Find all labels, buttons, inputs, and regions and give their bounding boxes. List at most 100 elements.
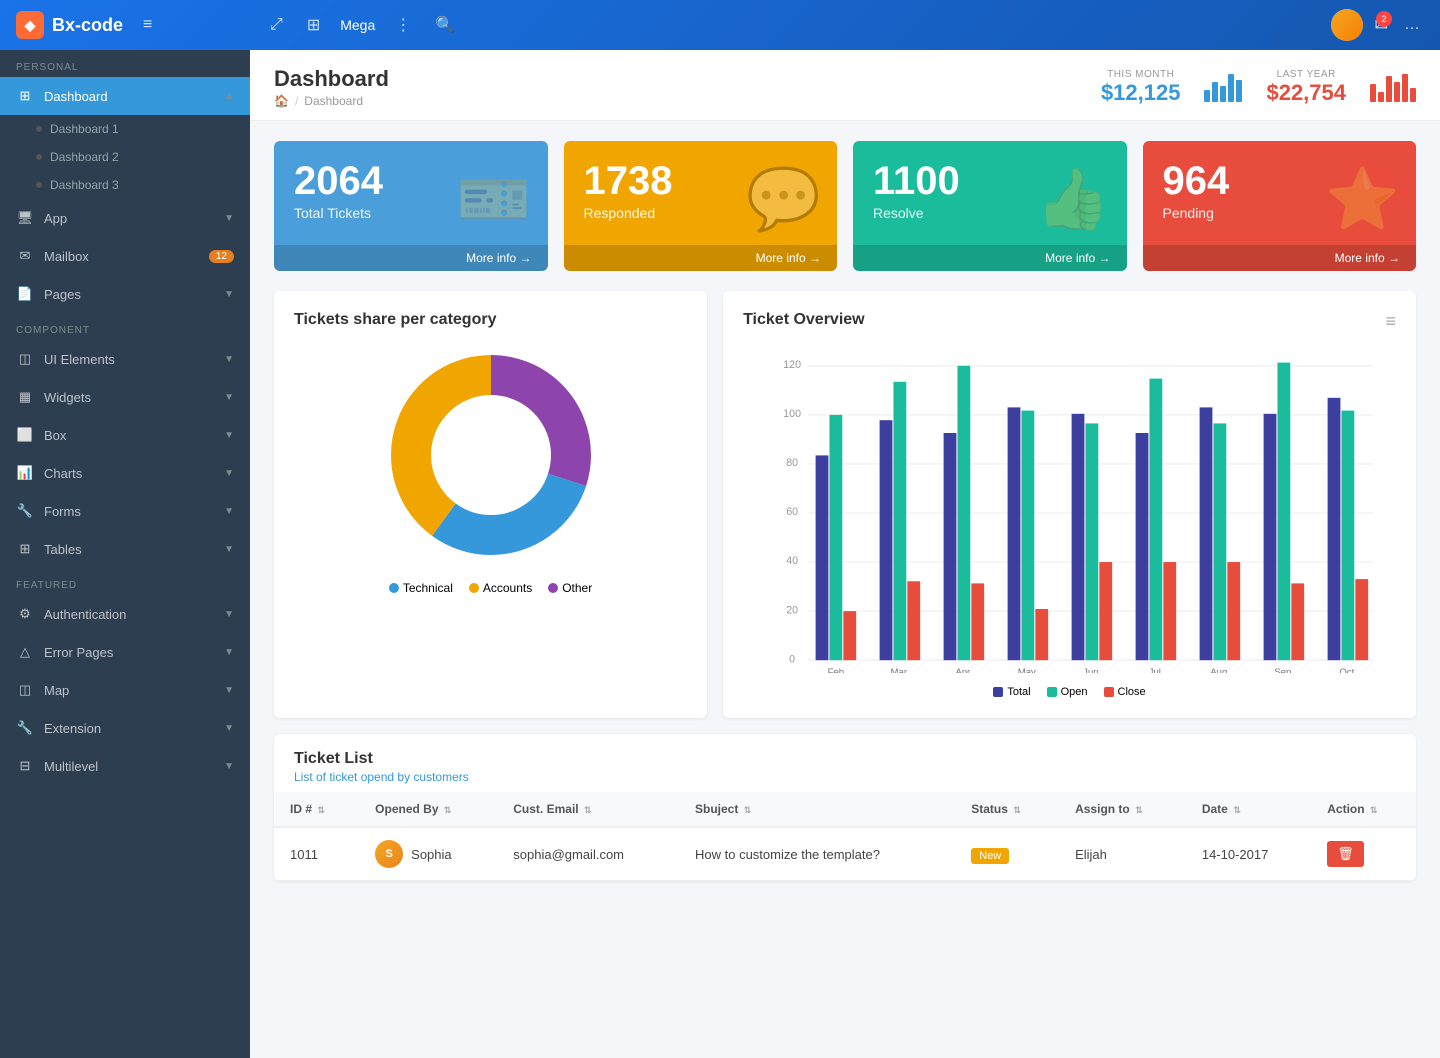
sort-icon-subject: ⇅: [744, 805, 752, 815]
bar-chart-area: 0 20 40 60 80 100 120: [743, 353, 1396, 678]
x-label-feb: Feb: [828, 667, 845, 673]
legend-dot-technical: [389, 583, 399, 593]
sidebar-item-multilevel[interactable]: ⊟ Multilevel ▼: [0, 747, 250, 785]
legend-total: Total: [993, 686, 1030, 698]
last-year-label: LAST YEAR: [1266, 69, 1346, 80]
delete-button[interactable]: 🗑: [1327, 841, 1364, 867]
bar-apr-total: [944, 433, 957, 660]
sidebar-item-extension[interactable]: 🔧 Extension ▼: [0, 709, 250, 747]
bar-oct-total: [1328, 398, 1341, 660]
stat-card-responded: 1738 Responded 💬 More info →: [564, 141, 838, 271]
sidebar-label-pages: Pages: [44, 287, 81, 302]
sidebar-item-dashboard2[interactable]: Dashboard 2: [0, 143, 250, 171]
sort-icon-id: ⇅: [317, 805, 325, 815]
chart-bar: [1212, 82, 1218, 102]
ticket-list-subtitle: List of ticket opend by customers: [294, 770, 1396, 784]
sort-icon-date: ⇅: [1233, 805, 1241, 815]
sidebar-item-box[interactable]: ⬜ Box ▼: [0, 416, 250, 454]
y-label-100: 100: [783, 408, 801, 420]
sidebar-item-pages[interactable]: 📄 Pages ▼: [0, 275, 250, 313]
sidebar-item-widgets[interactable]: ▦ Widgets ▼: [0, 378, 250, 416]
legend-accounts: Accounts: [469, 581, 532, 595]
grid-icon[interactable]: ⊞: [303, 11, 324, 39]
bar-feb-total: [816, 455, 829, 660]
stat-card-pending: 964 Pending ⭐ More info →: [1143, 141, 1417, 271]
status-badge: New: [971, 848, 1009, 864]
legend-other: Other: [548, 581, 592, 595]
map-arrow-icon: ▼: [224, 685, 234, 696]
sidebar-item-dashboard[interactable]: ⊞ Dashboard ▲: [0, 77, 250, 115]
dashboard-icon: ⊞: [16, 87, 34, 105]
legend-dot-other: [548, 583, 558, 593]
bar-sep-open: [1278, 363, 1291, 661]
user-avatar: S: [375, 840, 403, 868]
expand-icon[interactable]: ⤢: [266, 12, 287, 38]
sidebar-item-map[interactable]: ◫ Map ▼: [0, 671, 250, 709]
sidebar-item-dashboard1[interactable]: Dashboard 1: [0, 115, 250, 143]
donut-svg: [381, 345, 601, 565]
this-month-value: $12,125: [1101, 80, 1181, 106]
sidebar-label-forms: Forms: [44, 504, 81, 519]
pages-icon: 📄: [16, 285, 34, 303]
error-pages-icon: △: [16, 643, 34, 661]
error-arrow-icon: ▼: [224, 647, 234, 658]
mail-wrapper[interactable]: ✉ 2: [1375, 15, 1388, 35]
th-date: Date ⇅: [1186, 792, 1311, 827]
sidebar-item-app[interactable]: 🖥 App ▼: [0, 199, 250, 237]
bar-chart-menu-icon[interactable]: ≡: [1385, 311, 1396, 332]
pending-footer[interactable]: More info →: [1143, 245, 1417, 271]
ticket-list-card: Ticket List List of ticket opend by cust…: [274, 734, 1416, 881]
bar-may-open: [1022, 411, 1035, 661]
sidebar-item-widgets-left: ▦ Widgets: [16, 388, 91, 406]
x-label-aug: Aug: [1210, 667, 1227, 673]
dot-icon: [36, 126, 42, 132]
donut-chart-title: Tickets share per category: [294, 311, 687, 329]
this-month-label: THIS MONTH: [1101, 69, 1181, 80]
map-icon: ◫: [16, 681, 34, 699]
total-tickets-footer[interactable]: More info →: [274, 245, 548, 271]
sort-icon-action: ⇅: [1370, 805, 1378, 815]
legend-dot-total: [993, 687, 1003, 697]
sidebar-item-app-left: 🖥 App: [16, 209, 67, 227]
sidebar-item-tables[interactable]: ⊞ Tables ▼: [0, 530, 250, 568]
ui-elements-arrow-icon: ▼: [224, 354, 234, 365]
bar-jun-total: [1072, 414, 1085, 660]
sidebar-item-forms[interactable]: 🔧 Forms ▼: [0, 492, 250, 530]
responded-icon: 💬: [746, 163, 821, 234]
mega-menu-label[interactable]: Mega: [340, 17, 375, 33]
ticket-table: ID # ⇅ Opened By ⇅ Cust. Email ⇅ Sbuject…: [274, 792, 1416, 881]
sidebar-item-dashboard3[interactable]: Dashboard 3: [0, 171, 250, 199]
sidebar-item-error-pages[interactable]: △ Error Pages ▼: [0, 633, 250, 671]
td-status: New: [955, 827, 1059, 881]
bar-mar-total: [880, 420, 893, 660]
sidebar-item-charts[interactable]: 📊 Charts ▼: [0, 454, 250, 492]
forms-icon: 🔧: [16, 502, 34, 520]
sidebar-item-ui-left: ◫ UI Elements: [16, 350, 115, 368]
y-label-80: 80: [786, 457, 798, 469]
forms-arrow-icon: ▼: [224, 506, 234, 517]
dot-icon: [36, 182, 42, 188]
bar-jul-open: [1150, 379, 1163, 661]
responded-footer[interactable]: More info →: [564, 245, 838, 271]
last-year-value: $22,754: [1266, 80, 1346, 106]
sidebar-label-charts: Charts: [44, 466, 82, 481]
chart-bar: [1410, 88, 1416, 102]
hamburger-icon[interactable]: ≡: [139, 12, 156, 38]
sidebar-item-ui-elements[interactable]: ◫ UI Elements ▼: [0, 340, 250, 378]
th-status: Status ⇅: [955, 792, 1059, 827]
bar-apr-open: [958, 366, 971, 660]
sidebar-item-authentication[interactable]: ⚙ Authentication ▼: [0, 595, 250, 633]
sidebar-item-mailbox[interactable]: ✉ Mailbox 12: [0, 237, 250, 275]
avatar[interactable]: [1331, 9, 1363, 41]
bar-apr-close: [971, 583, 984, 660]
resolve-footer[interactable]: More info →: [853, 245, 1127, 271]
chart-bar: [1220, 86, 1226, 102]
stat-last-year: LAST YEAR $22,754: [1266, 69, 1346, 106]
more-options-icon[interactable]: …: [1400, 12, 1424, 38]
multilevel-arrow-icon: ▼: [224, 761, 234, 772]
th-subject: Sbuject ⇅: [679, 792, 955, 827]
dots-menu-icon[interactable]: ⋮: [391, 11, 415, 39]
search-icon[interactable]: 🔍: [431, 11, 459, 39]
breadcrumb-home-icon: 🏠: [274, 94, 289, 108]
breadcrumb-separator: /: [295, 94, 298, 108]
